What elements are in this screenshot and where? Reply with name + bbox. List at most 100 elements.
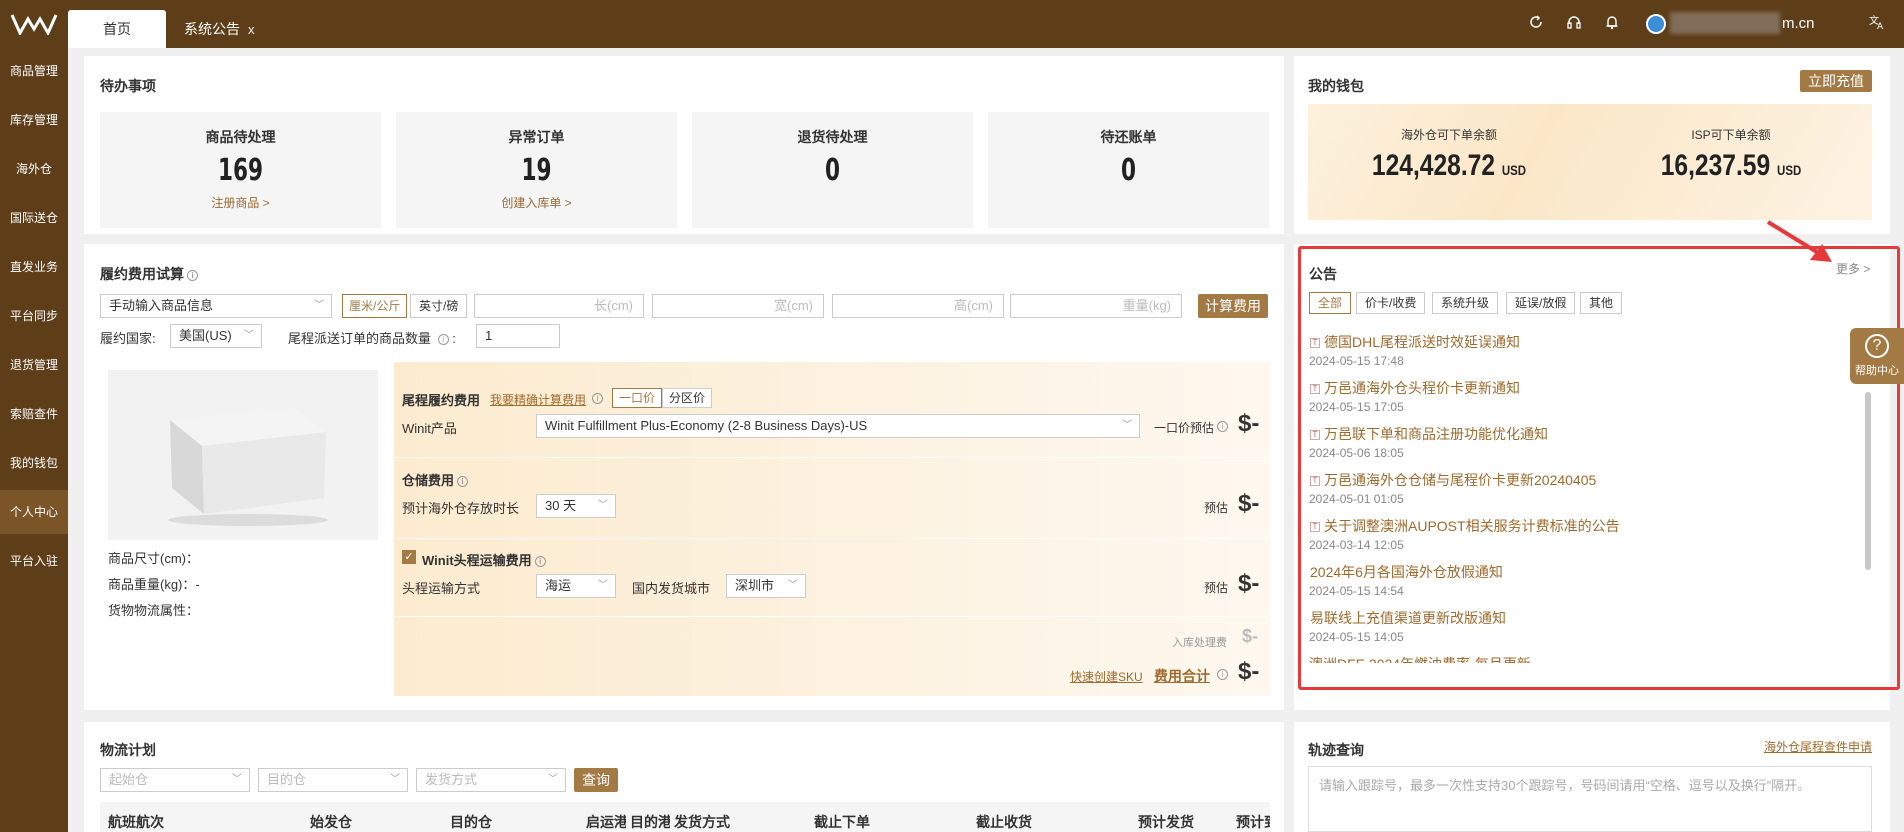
quantity-input[interactable]: 1 (476, 324, 560, 348)
todo-item-bills[interactable]: 待还账单 0 (988, 112, 1269, 228)
announcement-item[interactable]: T 万邑联下单和商品注册功能优化通知 (1310, 424, 1548, 444)
divider (394, 457, 1270, 458)
weight-input[interactable]: 重量(kg) (1010, 294, 1182, 318)
announcement-item[interactable]: T 万邑通海外仓仓储与尾程价卡更新20240405 (1310, 470, 1596, 490)
filter-delay[interactable]: 延误/放假 (1506, 292, 1576, 314)
todo-item-count: 0 (1120, 153, 1137, 188)
box-illustration (168, 408, 328, 526)
help-center-button[interactable]: ? 帮助中心 (1850, 328, 1904, 384)
shipping-city-select[interactable]: 深圳市 ﹀ (726, 574, 806, 598)
recharge-button[interactable]: 立即充值 (1800, 70, 1872, 92)
info-icon[interactable]: i (592, 393, 603, 404)
scrollbar-thumb[interactable] (1865, 392, 1871, 570)
todo-item-products[interactable]: 商品待处理 169 注册商品 > (100, 112, 381, 228)
filter-upgrade[interactable]: 系统升级 (1432, 292, 1499, 314)
column-header[interactable]: 预计到港 (1236, 814, 1270, 830)
sidebar-item-product[interactable]: 商品管理 (0, 49, 68, 93)
sidebar-item-label: 海外仓 (15, 162, 52, 176)
unit-metric-button[interactable]: 厘米/公斤 (342, 294, 408, 318)
destination-warehouse-select[interactable]: 目的仓 ﹀ (258, 768, 408, 792)
arrow-annotation (1766, 220, 1832, 262)
storage-amount: $- (1238, 490, 1260, 517)
tab-system-notice[interactable]: 系统公告 x (184, 10, 255, 48)
chevron-down-icon: ﹀ (232, 774, 242, 785)
username[interactable]: m.cn (1782, 15, 1815, 32)
unit-imperial-button[interactable]: 英寸/磅 (410, 294, 468, 318)
filter-all[interactable]: 全部 (1309, 292, 1352, 314)
tracking-number-textarea[interactable]: 请输入跟踪号，最多一次性支持30个跟踪号，号码间请用“空格、逗号以及换行”隔开。 (1308, 766, 1872, 832)
announcement-item[interactable]: 易联线上充值渠道更新改版通知 (1310, 608, 1506, 628)
register-product-link[interactable]: 注册商品 > (100, 194, 381, 211)
close-icon[interactable]: x (248, 22, 255, 37)
sidebar-item-international[interactable]: 国际送仓 (0, 196, 68, 240)
column-header[interactable]: 截止下单 (814, 812, 870, 832)
info-icon[interactable]: i (437, 334, 449, 346)
sidebar-item-overseas-warehouse[interactable]: 海外仓 (0, 147, 68, 191)
chevron-down-icon: ﹀ (244, 330, 254, 341)
origin-warehouse-select[interactable]: 起始仓 ﹀ (100, 768, 250, 792)
announcement-item[interactable]: 2024年6月各国海外仓放假通知 (1310, 562, 1503, 582)
sidebar: 商品管理 库存管理 海外仓 国际送仓 直发业务 平台同步 退货管理 索赔查件 我… (0, 48, 68, 832)
shipping-city-value: 深圳市 (735, 578, 775, 593)
sidebar-item-wallet[interactable]: 我的钱包 (0, 441, 68, 485)
todo-item-count: 0 (824, 153, 841, 188)
sidebar-item-returns[interactable]: 退货管理 (0, 343, 68, 387)
storage-duration-select[interactable]: 30 天 ﹀ (536, 494, 616, 518)
todo-item-returns[interactable]: 退货待处理 0 (692, 112, 973, 228)
winit-logo[interactable] (10, 13, 58, 35)
filter-pricing[interactable]: 价卡/收费 (1356, 292, 1426, 314)
country-select[interactable]: 美国(US) ﹀ (170, 324, 262, 348)
column-header[interactable]: 截止收货 (976, 812, 1032, 832)
balance-currency: USD (1501, 162, 1527, 178)
announcement-date: 2024-05-15 14:05 (1309, 630, 1404, 644)
bell-icon[interactable] (1602, 14, 1622, 34)
question-icon: ? (1865, 334, 1889, 358)
input-mode-select[interactable]: 手动输入商品信息 ﹀ (100, 294, 332, 318)
sidebar-item-personal-center[interactable]: 个人中心 (0, 490, 68, 534)
winit-product-select[interactable]: Winit Fulfillment Plus-Economy (2-8 Busi… (536, 414, 1140, 438)
create-inbound-link[interactable]: 创建入库单 > (396, 194, 677, 211)
sidebar-item-platform-onboarding[interactable]: 平台入驻 (0, 539, 68, 583)
headhaul-method-select[interactable]: 海运 ﹀ (536, 574, 616, 598)
balance-label: ISP可下单余额 (1691, 128, 1771, 142)
announcement-item[interactable]: T 德国DHL尾程派送时效延误通知 (1310, 332, 1520, 352)
width-input[interactable]: 宽(cm) (652, 294, 824, 318)
sidebar-item-claims[interactable]: 索赔查件 (0, 392, 68, 436)
announcement-item[interactable]: T 万邑通海外仓头程价卡更新通知 (1310, 378, 1520, 398)
info-icon[interactable]: i (1217, 421, 1228, 432)
calculate-button[interactable]: 计算费用 (1198, 294, 1268, 318)
announcement-item-title: 德国DHL尾程派送时效延误通知 (1324, 334, 1521, 350)
headset-icon[interactable] (1564, 14, 1584, 34)
quick-create-sku-link[interactable]: 快速创建SKU (1070, 668, 1143, 685)
announcement-item-clipped[interactable]: 澳洲DFE 2024年燃油费率-每月更新 (1309, 652, 1869, 663)
info-icon[interactable]: i (187, 269, 198, 281)
sidebar-item-label: 我的钱包 (9, 456, 58, 470)
announcement-item[interactable]: T 关于调整澳洲AUPOST相关服务计费标准的公告 (1310, 516, 1620, 536)
tail-tracking-request-link[interactable]: 海外仓尾程查件申请 (1764, 738, 1872, 755)
sidebar-item-platform-sync[interactable]: 平台同步 (0, 294, 68, 338)
shipping-method-select[interactable]: 发货方式 ﹀ (416, 768, 566, 792)
info-icon[interactable]: i (1217, 669, 1228, 680)
precise-calc-link[interactable]: 我要精确计算费用 (490, 391, 586, 408)
todo-item-title: 退货待处理 (797, 129, 868, 145)
mode-flat-button[interactable]: 一口价 (612, 388, 663, 408)
translate-icon[interactable]: 文A (1868, 14, 1888, 34)
tab-home[interactable]: 首页 (68, 10, 166, 48)
sidebar-item-inventory[interactable]: 库存管理 (0, 98, 68, 142)
todo-item-abnormal-orders[interactable]: 异常订单 19 创建入库单 > (396, 112, 677, 228)
column-header[interactable]: 预计发货 (1138, 812, 1194, 832)
sidebar-item-direct[interactable]: 直发业务 (0, 245, 68, 289)
avatar[interactable] (1646, 14, 1666, 34)
info-icon[interactable]: i (534, 556, 546, 568)
more-link[interactable]: 更多 > (1836, 260, 1870, 277)
headhaul-checkbox[interactable]: ✓ (402, 550, 416, 564)
mode-zone-button[interactable]: 分区价 (662, 388, 713, 408)
refresh-icon[interactable] (1526, 14, 1546, 34)
height-input[interactable]: 高(cm) (832, 294, 1004, 318)
query-button[interactable]: 查询 (574, 768, 618, 792)
total-fee-label[interactable]: 费用合计 (1154, 666, 1210, 686)
quantity-label: 尾程派送订单的商品数量 i : (288, 328, 456, 347)
info-icon[interactable]: i (457, 476, 469, 488)
filter-other[interactable]: 其他 (1580, 292, 1623, 314)
length-input[interactable]: 长(cm) (474, 294, 644, 318)
